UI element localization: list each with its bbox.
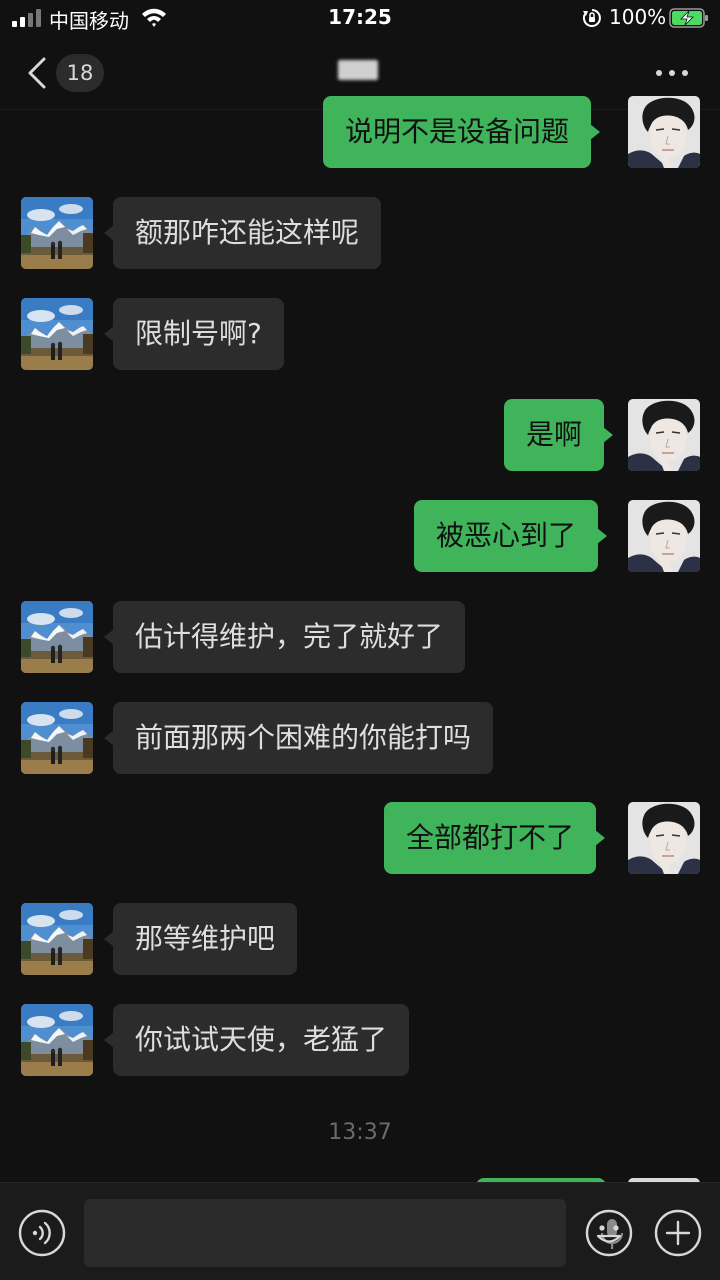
user-avatar[interactable] — [628, 96, 700, 168]
contact-avatar[interactable] — [21, 298, 93, 370]
message-bubble[interactable]: 是啊 — [504, 399, 614, 471]
message-bubble[interactable]: 前面那两个困难的你能打吗 — [103, 702, 494, 774]
message-bubble[interactable]: 你试试天使，老猛了 — [103, 1004, 410, 1076]
input-bar — [0, 1182, 720, 1280]
voice-icon[interactable] — [18, 1209, 66, 1257]
contact-avatar[interactable] — [21, 197, 93, 269]
message-input[interactable] — [84, 1199, 624, 1267]
plus-icon[interactable] — [654, 1209, 702, 1257]
battery-charging-icon — [669, 8, 708, 28]
user-avatar[interactable] — [628, 802, 700, 874]
message-bubble[interactable]: 估计得维护，完了就好了 — [103, 601, 466, 673]
message-timestamp: 13:37 — [328, 1120, 392, 1145]
message-bubble[interactable]: 被恶心到了 — [414, 500, 608, 572]
battery-percentage: 100% — [609, 5, 667, 29]
chat-title — [338, 60, 378, 80]
user-avatar[interactable] — [628, 399, 700, 471]
rotation-lock-icon — [582, 9, 601, 27]
user-avatar[interactable] — [628, 500, 700, 572]
contact-avatar[interactable] — [21, 601, 93, 673]
message-bubble[interactable]: 额那咋还能这样呢 — [103, 197, 382, 269]
contact-avatar[interactable] — [21, 903, 93, 975]
emoji-icon[interactable] — [585, 1209, 633, 1257]
contact-avatar[interactable] — [21, 1004, 93, 1076]
message-bubble[interactable]: 全部都打不了 — [384, 802, 606, 874]
chevron-left-icon[interactable] — [24, 56, 52, 90]
more-dots-icon[interactable] — [654, 66, 690, 80]
contact-avatar[interactable] — [21, 702, 93, 774]
unread-count-badge[interactable]: 18 — [56, 54, 104, 92]
message-bubble[interactable]: 那等维护吧 — [103, 903, 298, 975]
message-bubble[interactable]: 说明不是设备问题 — [323, 96, 601, 168]
status-bar: 中国移动 17:25 100% — [0, 0, 720, 36]
message-bubble[interactable]: 限制号啊? — [104, 298, 284, 370]
